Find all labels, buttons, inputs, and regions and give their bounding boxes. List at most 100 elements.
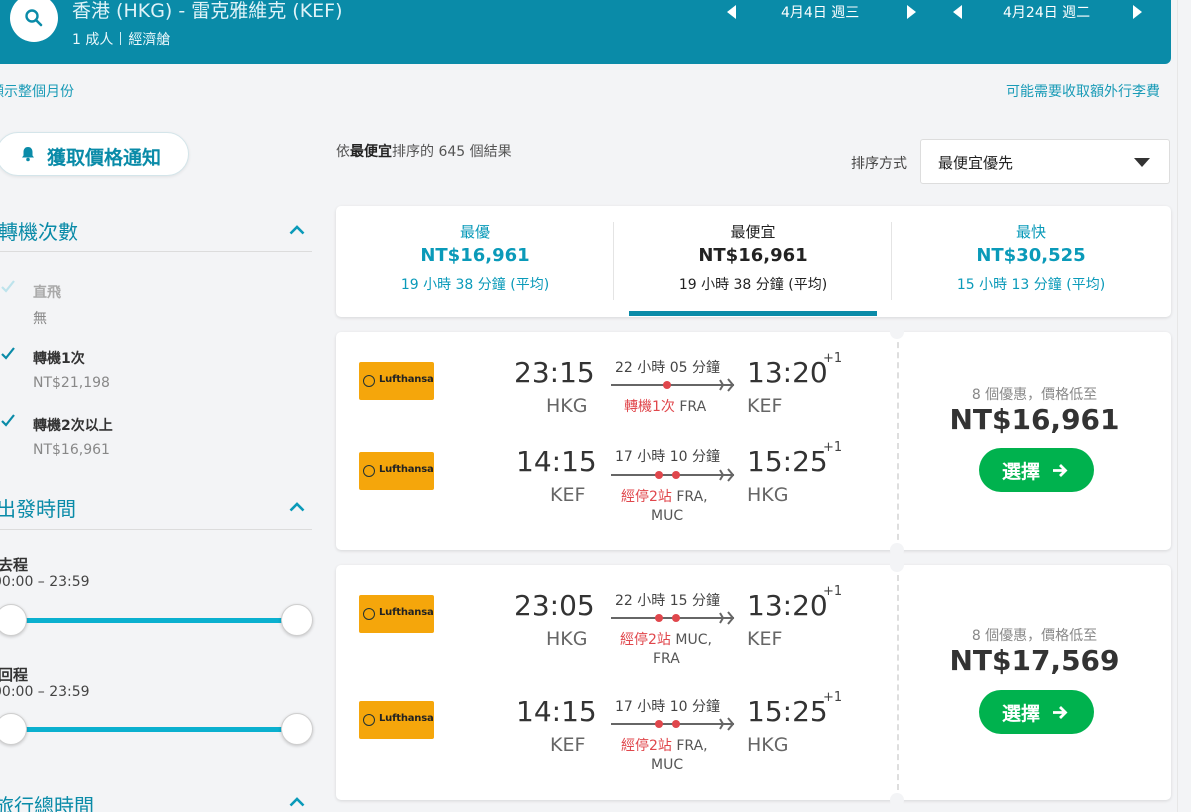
check-icon[interactable]	[0, 413, 16, 429]
stops-label: 經停2站	[620, 632, 671, 648]
stops-summary: 經停2站 MUC,	[620, 629, 712, 649]
tab-duration: 19 小時 38 分鐘 (平均)	[678, 277, 828, 293]
stop-dot	[655, 471, 663, 479]
arrival-time: 13:20	[747, 356, 828, 389]
stop-dot	[663, 381, 671, 389]
stops-airports-continued: MUC	[651, 508, 684, 524]
leg-duration: 22 小時 05 分鐘	[615, 360, 720, 376]
tab-fastest[interactable]: 最快 NT$30,525 15 小時 13 分鐘 (平均)	[892, 206, 1170, 317]
crane-icon	[363, 375, 375, 387]
card-divider	[897, 565, 899, 800]
return-time-range: 00:00 – 23:59	[0, 684, 90, 700]
show-whole-month-link[interactable]: 顯示整個月份	[0, 81, 74, 101]
tab-price: NT$16,961	[420, 245, 530, 266]
stops-label: 經停2站	[621, 489, 672, 505]
outbound-slider-track[interactable]	[10, 618, 298, 623]
baggage-fee-link[interactable]: 可能需要收取額外行李費	[1006, 81, 1160, 101]
stop-dot	[672, 471, 680, 479]
price-alert-label: 獲取價格通知	[47, 147, 162, 169]
stops-option-two-plus[interactable]: 轉機2次以上	[33, 415, 113, 435]
bell-icon	[22, 147, 34, 162]
stops-option-direct[interactable]: 直飛	[33, 282, 61, 302]
passenger-count: 1 成人	[72, 32, 114, 48]
depart-date[interactable]: 4月4日 週三	[781, 2, 859, 22]
airline-name: Lufthansa	[379, 607, 434, 618]
crane-icon	[363, 465, 375, 477]
return-slider-track[interactable]	[10, 727, 298, 732]
edit-search-button[interactable]	[10, 0, 58, 42]
check-icon[interactable]	[0, 346, 16, 362]
chevron-left-icon[interactable]	[953, 5, 962, 19]
passenger-cabin-summary: 1 成人 經濟艙	[72, 29, 170, 49]
arrival-airport: KEF	[747, 395, 783, 417]
stops-option-one[interactable]: 轉機1次	[33, 348, 85, 368]
tab-best[interactable]: 最優 NT$16,961 19 小時 38 分鐘 (平均)	[336, 206, 614, 317]
select-label: 選擇	[1002, 703, 1041, 725]
airline-name: Lufthansa	[379, 464, 434, 475]
return-label: 回程	[0, 666, 29, 684]
stop-dot	[655, 614, 663, 622]
chevron-up-icon[interactable]	[289, 502, 305, 512]
departure-time-filter-title[interactable]: 出發時間	[0, 493, 76, 522]
cabin-class: 經濟艙	[128, 32, 171, 48]
chevron-right-icon[interactable]	[1133, 5, 1142, 19]
departure-airport: KEF	[550, 484, 586, 506]
leg-duration: 17 小時 10 分鐘	[615, 699, 720, 715]
tab-cheapest[interactable]: 最便宜 NT$16,961 19 小時 38 分鐘 (平均)	[614, 206, 892, 317]
airline-name: Lufthansa	[379, 713, 434, 724]
crane-icon	[363, 608, 375, 620]
sort-select[interactable]: 最便宜優先	[920, 139, 1170, 184]
card-notch	[890, 793, 904, 807]
outbound-slider-max-handle[interactable]	[281, 604, 313, 636]
select-label: 選擇	[1002, 461, 1041, 483]
plane-icon	[718, 611, 735, 625]
card-divider	[897, 332, 899, 550]
day-offset: +1	[823, 440, 843, 455]
total-duration-filter-title[interactable]: 旅行總時間	[0, 790, 94, 812]
select-button[interactable]: 選擇	[979, 448, 1094, 492]
tab-price: NT$16,961	[698, 245, 808, 266]
day-offset: +1	[823, 584, 843, 599]
section-divider	[0, 251, 312, 252]
airline-logo: Lufthansa	[359, 452, 434, 490]
stops-filter-title[interactable]: 轉機次數	[0, 216, 78, 245]
stops-summary: 經停2站 FRA,	[621, 486, 708, 506]
page-scrollbar[interactable]	[1177, 0, 1191, 812]
results-suffix: 排序的 645 個結果	[392, 144, 512, 160]
tab-duration: 19 小時 38 分鐘 (平均)	[400, 277, 550, 293]
arrow-right-icon	[1053, 706, 1068, 719]
stops-airports-continued: MUC	[651, 757, 684, 773]
select-button[interactable]: 選擇	[979, 690, 1094, 734]
plane-icon	[718, 717, 735, 731]
return-slider-max-handle[interactable]	[281, 713, 313, 745]
chevron-up-icon[interactable]	[289, 797, 305, 807]
airline-logo: Lufthansa	[359, 595, 434, 633]
chevron-right-icon[interactable]	[907, 5, 916, 19]
result-card[interactable]: Lufthansa 23:05 HKG 22 小時 15 分鐘 經停2站 MUC…	[336, 558, 1171, 807]
stops-airports: FRA	[679, 399, 707, 415]
arrival-airport: HKG	[747, 484, 789, 506]
stops-label: 轉機1次	[624, 399, 675, 415]
card-notch	[890, 558, 904, 572]
outbound-label: 去程	[0, 556, 29, 574]
result-card[interactable]: Lufthansa 23:15 HKG 22 小時 05 分鐘 轉機1次 FRA…	[336, 325, 1171, 557]
plane-icon	[718, 378, 735, 392]
outbound-slider-min-handle[interactable]	[0, 604, 27, 636]
tab-title: 最快	[1015, 223, 1046, 241]
return-slider-min-handle[interactable]	[0, 713, 27, 745]
active-tab-indicator	[629, 311, 877, 316]
route-title: 香港 (HKG) - 雷克雅維克 (KEF)	[72, 0, 343, 22]
depart-date-nav: 4月4日 週三	[727, 0, 927, 24]
return-date[interactable]: 4月24日 週二	[1003, 2, 1090, 22]
arrow-right-icon	[1053, 464, 1068, 477]
stops-label: 經停2站	[621, 738, 672, 754]
check-icon[interactable]	[0, 279, 16, 295]
arrival-time: 15:25	[747, 695, 828, 728]
departure-time: 23:15	[514, 356, 595, 389]
chevron-up-icon[interactable]	[289, 225, 305, 235]
departure-airport: KEF	[550, 734, 586, 756]
results-prefix: 依	[336, 144, 350, 160]
chevron-left-icon[interactable]	[727, 5, 736, 19]
stops-option-price: NT$16,961	[33, 442, 110, 458]
price-alert-button[interactable]: 獲取價格通知	[0, 132, 189, 176]
